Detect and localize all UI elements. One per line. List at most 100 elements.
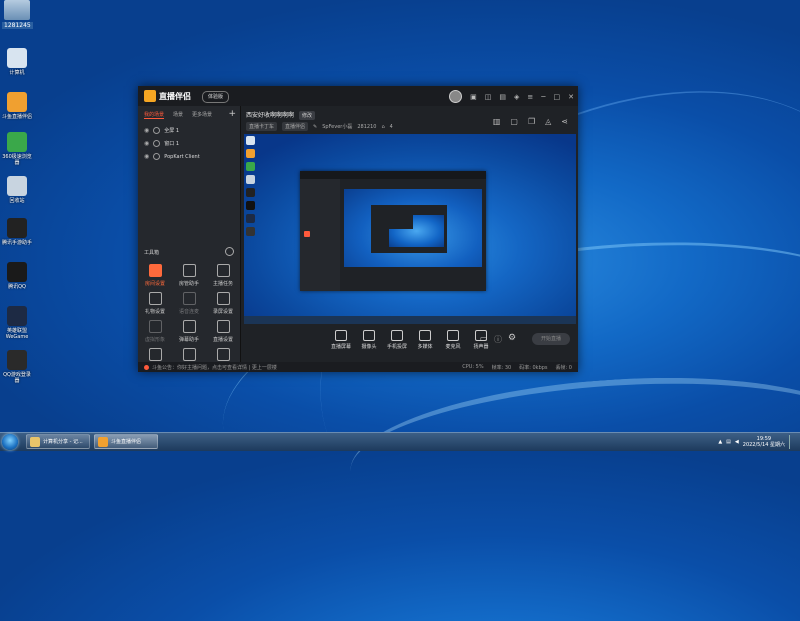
tray-expand-icon[interactable]: ▲ — [718, 439, 722, 445]
lock-icon[interactable] — [153, 153, 161, 160]
info-icon[interactable]: ⓘ — [494, 334, 502, 345]
tool-item[interactable]: 语音连麦 — [174, 292, 204, 315]
control-screen[interactable]: 直播屏幕 — [328, 330, 354, 350]
eye-icon[interactable]: ◉ — [144, 140, 149, 147]
skin-icon[interactable]: ◈ — [514, 93, 519, 101]
tool-icon — [216, 264, 230, 277]
tool-icon — [216, 348, 230, 361]
room-category[interactable]: 直播卡丁车 — [246, 122, 278, 131]
control-media[interactable]: 多媒体 — [412, 330, 438, 350]
scene-item[interactable]: ◉ 窗口 1 — [138, 137, 240, 150]
tool-item[interactable]: 虚拟形象 — [140, 320, 170, 343]
status-metric: 帧率: 30 — [491, 365, 512, 371]
room-title: 西安好收啊啊啊啊 — [246, 112, 295, 119]
status-metric: CPU: 5% — [462, 364, 484, 370]
room-name: SpFever小磊 — [322, 124, 353, 130]
lock-icon[interactable] — [153, 127, 161, 134]
tool-icon — [182, 320, 196, 333]
toolbox-more-icon[interactable] — [225, 247, 234, 256]
taskbar: 计算机分享 - 记... 斗鱼直播伴侣 ▲ ▤ ◀ 19:59 2022/5/1… — [0, 432, 800, 451]
eye-icon[interactable]: ◉ — [144, 127, 149, 134]
tool-icon — [216, 292, 230, 305]
volume-icon[interactable]: ◀ — [735, 439, 739, 445]
desktop-icon[interactable]: 腾讯QQ — [2, 262, 32, 290]
control-camera[interactable]: 摄像头 — [356, 330, 382, 350]
menu-icon[interactable]: ≡ — [527, 93, 533, 101]
tool-icon — [148, 264, 162, 277]
desktop-icon[interactable]: 360极速浏览器 — [2, 132, 32, 166]
share-icon[interactable]: ⋖ — [561, 117, 568, 126]
desktop-icon-label: 英雄联盟WeGame — [5, 328, 29, 340]
clock[interactable]: 19:59 2022/5/14 星期六 — [743, 436, 785, 448]
desktop-icon[interactable]: 计算机 — [2, 48, 32, 76]
gift-icon[interactable]: ◫ — [485, 93, 492, 101]
close-icon[interactable]: ✕ — [568, 93, 574, 101]
tool-icon — [182, 264, 196, 277]
system-tray: ▲ ▤ ◀ 19:59 2022/5/14 星期六 — [718, 435, 796, 449]
desktop-icon-label: 计算机 — [9, 70, 25, 76]
preview-taskbar — [244, 316, 576, 324]
eye-icon[interactable]: ◉ — [144, 153, 149, 160]
tool-icon — [148, 348, 162, 361]
tool-item[interactable]: 直播设置 — [208, 320, 238, 343]
edit-icon[interactable]: ✎ — [313, 124, 317, 130]
control-label: 麦克风 — [445, 344, 461, 350]
corner-app-icon[interactable] — [4, 0, 30, 20]
scene-item[interactable]: ◉ 全屏 1 — [138, 124, 240, 137]
tool-item[interactable]: 录屏设置 — [208, 292, 238, 315]
taskbar-button-douyu[interactable]: 斗鱼直播伴侣 — [94, 434, 158, 449]
notice-text[interactable]: 斗鱼公告：你好主播问题，点击可查看详情 | 更上一层楼 — [152, 364, 277, 371]
tool-item[interactable]: 礼物设置 — [140, 292, 170, 315]
avatar[interactable] — [449, 90, 463, 103]
control-mic[interactable]: 麦克风 — [440, 330, 466, 350]
tool-item[interactable]: 主播任务 — [208, 264, 238, 287]
desktop-icon-label: 斗鱼直播伴侣 — [2, 114, 33, 120]
stream-preview[interactable] — [244, 134, 576, 324]
desktop-icon-label: QQ游戏登录器 — [3, 372, 31, 384]
record-icon[interactable]: ▭ — [480, 334, 488, 343]
control-label: 扬声器 — [473, 344, 489, 350]
nested-app-preview — [300, 171, 486, 291]
tab-scenes[interactable]: 场景 — [173, 111, 183, 119]
add-scene-icon[interactable]: + — [228, 109, 236, 119]
tool-label: 直播设置 — [212, 337, 233, 343]
lock-icon[interactable]: ▢ — [510, 117, 518, 126]
room-subcategory[interactable]: 直播伴侣 — [282, 122, 309, 131]
go-live-button[interactable]: 开始直播 — [532, 333, 570, 345]
settings-icon[interactable]: ⚙ — [508, 333, 516, 343]
taskbar-button-explorer[interactable]: 计算机分享 - 记... — [26, 434, 90, 449]
desktop-icon[interactable]: 斗鱼直播伴侣 — [2, 92, 32, 120]
app-logo: 直播伴侣 — [144, 90, 191, 102]
version-badge[interactable]: 体验版 — [202, 91, 230, 103]
desktop-icon[interactable]: 腾讯手游助手 — [2, 218, 32, 246]
lock-icon[interactable] — [153, 140, 161, 147]
maximize-icon[interactable]: □ — [554, 93, 561, 101]
desktop-icon[interactable]: QQ游戏登录器 — [2, 350, 32, 384]
edit-title-button[interactable]: 修改 — [298, 111, 315, 120]
bell-icon[interactable]: ◬ — [545, 117, 551, 126]
tab-more-scenes[interactable]: 更多场景 — [192, 111, 212, 119]
tool-icon — [148, 320, 162, 333]
scene-label: 全屏 1 — [164, 128, 180, 134]
desktop-icon[interactable]: 英雄联盟WeGame — [2, 306, 32, 340]
tool-item[interactable]: 房管助手 — [174, 264, 204, 287]
trash-icon[interactable]: ▥ — [493, 117, 501, 126]
copy-icon[interactable]: ❐ — [528, 117, 535, 126]
minimize-icon[interactable]: ─ — [541, 93, 545, 101]
desktop-icon[interactable]: 回收站 — [2, 176, 32, 204]
tool-item[interactable]: 弹幕助手 — [174, 320, 204, 343]
toolbox-title: 工具箱 — [144, 250, 160, 256]
preview-desktop-icons — [246, 136, 258, 240]
feedback-icon[interactable]: ▤ — [499, 93, 506, 101]
start-button[interactable] — [2, 434, 18, 450]
control-label: 直播屏幕 — [330, 344, 351, 350]
tab-my-scenes[interactable]: 我的场景 — [144, 111, 165, 119]
tool-item[interactable]: 房间设置 — [140, 264, 170, 287]
douyu-logo-icon — [144, 90, 156, 102]
network-icon[interactable]: ▤ — [726, 439, 731, 445]
tool-label: 礼物设置 — [144, 309, 165, 315]
scene-item[interactable]: ◉ PopKart Client — [138, 150, 240, 163]
message-icon[interactable]: ▣ — [470, 93, 477, 101]
control-phone-cast[interactable]: 手机投屏 — [384, 330, 410, 350]
show-desktop-button[interactable] — [789, 435, 796, 449]
